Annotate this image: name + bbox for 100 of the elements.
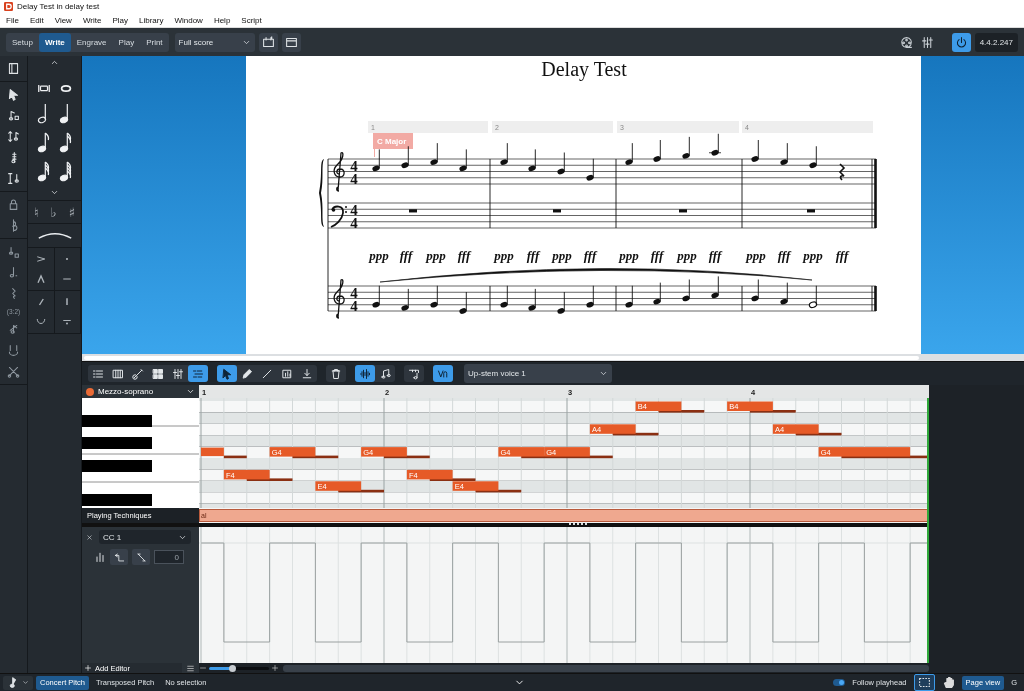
pointer-icon — [221, 367, 233, 380]
menu-item[interactable]: Help — [213, 15, 231, 25]
grace-note-icon[interactable] — [7, 323, 20, 336]
dynamic-marking: ppp — [746, 248, 766, 263]
treble-clef — [333, 152, 345, 192]
dynamic-marking: fff — [526, 248, 540, 263]
chevron-down-icon[interactable] — [599, 369, 608, 378]
dynamic-marking: fff — [708, 248, 722, 263]
slur-icon[interactable] — [36, 231, 73, 240]
film-reel-icon[interactable] — [899, 35, 913, 49]
bass-clef — [330, 205, 347, 228]
dynamic-marking: ppp — [803, 248, 823, 263]
duration-bar — [658, 410, 705, 413]
mode-tab[interactable]: Write — [38, 32, 71, 52]
dynamic-marking: fff — [835, 248, 849, 263]
menu-item[interactable]: Library — [139, 15, 164, 25]
duration-bar — [223, 455, 247, 459]
dynamic-marking: fff — [650, 248, 664, 263]
toolbar-button[interactable] — [355, 365, 375, 382]
accidental-button[interactable]: ♯ — [68, 204, 75, 220]
menu-item[interactable]: Edit — [29, 15, 44, 25]
chart-box-icon — [281, 367, 293, 380]
value-field[interactable]: 0 — [154, 550, 184, 564]
chevron-down-icon[interactable] — [50, 188, 59, 197]
scissors-icon[interactable] — [7, 365, 20, 378]
treble-clef — [333, 279, 345, 319]
marquee-button[interactable] — [913, 674, 935, 691]
menu-item[interactable]: Window — [174, 15, 203, 25]
dynamic-marking: ppp — [369, 248, 389, 263]
keyboard-drawing[interactable] — [82, 398, 199, 508]
dynamic-marking: ppp — [619, 248, 639, 263]
key-editor-icon — [192, 367, 204, 380]
dynamic-marking: ppp — [494, 248, 514, 263]
sixteenth-note-icon[interactable] — [58, 130, 73, 154]
zoom-slider[interactable] — [209, 666, 269, 670]
mode-tab[interactable]: Engrave — [70, 32, 113, 52]
bracket-note-icon[interactable] — [7, 172, 20, 185]
mode-tab[interactable]: Play — [112, 32, 141, 52]
dynamic-marking: ppp — [552, 248, 572, 263]
follow-toggle[interactable] — [833, 679, 846, 686]
marquee-icon — [917, 676, 931, 689]
mode-tab[interactable]: Print — [140, 32, 169, 52]
accent-icon[interactable] — [34, 253, 47, 265]
chevron-down-icon[interactable] — [22, 679, 29, 686]
mode-tab[interactable]: Setup — [6, 32, 39, 52]
zoom-in-icon[interactable] — [271, 664, 279, 672]
dynamic-marking: ppp — [677, 248, 697, 263]
dynamic-marking: fff — [583, 248, 597, 263]
download-icon — [301, 367, 313, 380]
list-icon — [92, 367, 104, 380]
hand-icon[interactable] — [941, 676, 955, 689]
score-title: Delay Test — [541, 58, 627, 80]
duration-bar — [246, 478, 293, 481]
toolbar-button[interactable] — [433, 365, 453, 382]
menu-item[interactable]: Script — [241, 15, 262, 25]
panel-toggle-icon[interactable] — [7, 62, 20, 75]
toolbar-button[interactable] — [217, 365, 237, 382]
new-layout-icon[interactable] — [261, 35, 275, 49]
menu-item[interactable]: View — [54, 15, 72, 25]
thirty-second-note-icon[interactable] — [36, 159, 51, 183]
menu-icon[interactable] — [186, 663, 195, 673]
waveform-icon — [359, 367, 371, 380]
tag-leader-line — [374, 148, 375, 158]
window-icon[interactable] — [284, 35, 298, 49]
dynamic-marking: fff — [399, 248, 413, 263]
note-icon — [379, 367, 391, 380]
horizontal-scrollbar[interactable] — [84, 355, 919, 360]
eighth-note-icon[interactable] — [36, 130, 51, 154]
menu-item[interactable]: Play — [112, 15, 128, 25]
sixty-fourth-note-icon[interactable] — [58, 159, 73, 183]
note-input-dropdown[interactable] — [3, 675, 33, 690]
arrows-note-icon[interactable] — [7, 130, 20, 143]
note-ruler-icon — [408, 367, 420, 380]
instrument-dropdown[interactable]: Mezzo-soprano — [82, 385, 199, 398]
accidental-button[interactable]: ♭ — [50, 204, 57, 220]
bar-chart-icon[interactable] — [94, 551, 106, 563]
chevron-up-icon[interactable] — [50, 58, 59, 67]
mixer-icon — [172, 367, 184, 380]
mixer-icon[interactable] — [920, 35, 934, 49]
dynamic-marking: fff — [457, 248, 471, 263]
note-block[interactable] — [201, 447, 224, 457]
tie-icon[interactable] — [7, 344, 20, 357]
dotted-note-icon[interactable] — [7, 266, 20, 279]
menu-item[interactable]: Write — [82, 15, 102, 25]
dynamic-marking: fff — [777, 248, 791, 263]
layout-dropdown[interactable]: Full score — [174, 32, 255, 52]
marcato-icon[interactable] — [34, 273, 47, 285]
duration-bar — [429, 478, 476, 481]
controller-dropdown[interactable]: CC 1 — [99, 530, 191, 544]
trash-icon — [330, 367, 342, 380]
close-icon[interactable] — [86, 533, 93, 541]
voice-dropdown[interactable]: Up-stem voice 1 — [464, 364, 612, 383]
guitar-icon — [132, 367, 144, 380]
accidental-button[interactable]: ♮ — [34, 204, 39, 220]
menu-item[interactable]: File — [6, 15, 19, 25]
horizontal-scrollbar[interactable] — [283, 664, 929, 672]
chevron-down-icon[interactable] — [186, 387, 195, 396]
lock-icon[interactable] — [7, 198, 20, 211]
pointer-icon[interactable] — [7, 88, 20, 101]
plus-icon[interactable] — [84, 664, 92, 672]
